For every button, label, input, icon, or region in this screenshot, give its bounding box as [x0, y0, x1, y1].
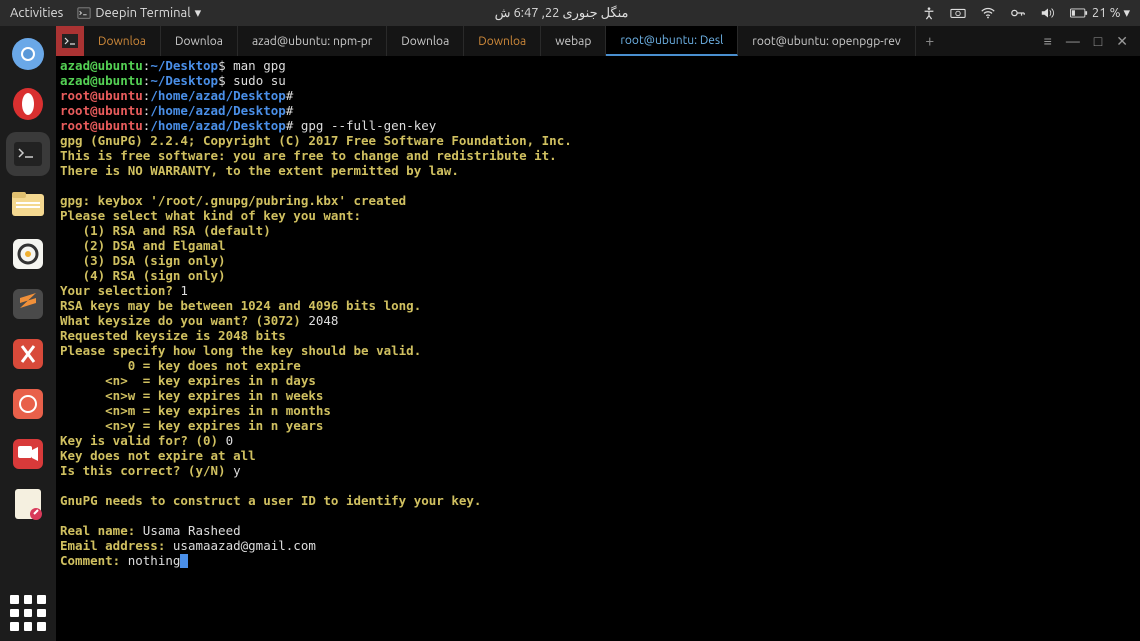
- dock-rhythmbox[interactable]: [6, 232, 50, 276]
- tab-0[interactable]: Downloa: [84, 26, 161, 56]
- dock-opera[interactable]: [6, 82, 50, 126]
- tab-5[interactable]: webap: [541, 26, 606, 56]
- tab-2[interactable]: azad@ubuntu: npm-pr: [238, 26, 387, 56]
- dock-terminal[interactable]: [6, 132, 50, 176]
- text-cursor: [180, 554, 188, 568]
- volume-icon[interactable]: [1040, 6, 1056, 20]
- dock-app2[interactable]: [6, 382, 50, 426]
- tab-4[interactable]: Downloa: [464, 26, 541, 56]
- dock-notes[interactable]: [6, 482, 50, 526]
- battery-text: 21 % ▾: [1092, 6, 1130, 21]
- app-menu[interactable]: Deepin Terminal ▾: [77, 6, 201, 21]
- minimize-button[interactable]: —: [1066, 33, 1080, 49]
- clock[interactable]: منگل جنوری 22, 6:47 ش: [201, 6, 922, 21]
- maximize-button[interactable]: □: [1094, 33, 1102, 49]
- dock-recorder[interactable]: [6, 432, 50, 476]
- menu-icon[interactable]: ≡: [1044, 33, 1052, 49]
- activities-button[interactable]: Activities: [10, 6, 63, 20]
- battery-icon: [1070, 8, 1088, 18]
- tab-1[interactable]: Downloa: [161, 26, 238, 56]
- wifi-icon[interactable]: [980, 6, 996, 20]
- tab-7[interactable]: root@ubuntu: openpgp-rev: [738, 26, 915, 56]
- tab-6[interactable]: root@ubuntu: Desl: [606, 26, 738, 56]
- terminal-icon: [77, 6, 91, 20]
- terminal-window: Downloa Downloa azad@ubuntu: npm-pr Down…: [56, 26, 1140, 641]
- close-button[interactable]: ✕: [1116, 33, 1128, 50]
- battery-indicator[interactable]: 21 % ▾: [1070, 6, 1130, 21]
- show-applications[interactable]: [10, 595, 46, 631]
- dock-files[interactable]: [6, 182, 50, 226]
- dock-sublime[interactable]: [6, 282, 50, 326]
- dock-chromium[interactable]: [6, 32, 50, 76]
- new-tab-button[interactable]: +: [916, 26, 944, 56]
- accessibility-icon[interactable]: [922, 6, 936, 20]
- tab-3[interactable]: Downloa: [387, 26, 464, 56]
- camera-icon[interactable]: [950, 6, 966, 20]
- terminal-content[interactable]: azad@ubuntu:~/Desktop$ man gpg azad@ubun…: [56, 56, 1140, 641]
- top-bar: Activities Deepin Terminal ▾ منگل جنوری …: [0, 0, 1140, 26]
- app-name-label: Deepin Terminal: [95, 6, 190, 20]
- key-icon[interactable]: [1010, 6, 1026, 20]
- terminal-tab-bar: Downloa Downloa azad@ubuntu: npm-pr Down…: [56, 26, 1140, 56]
- dock: [0, 26, 56, 641]
- terminal-app-icon: [56, 26, 84, 56]
- dock-app1[interactable]: [6, 332, 50, 376]
